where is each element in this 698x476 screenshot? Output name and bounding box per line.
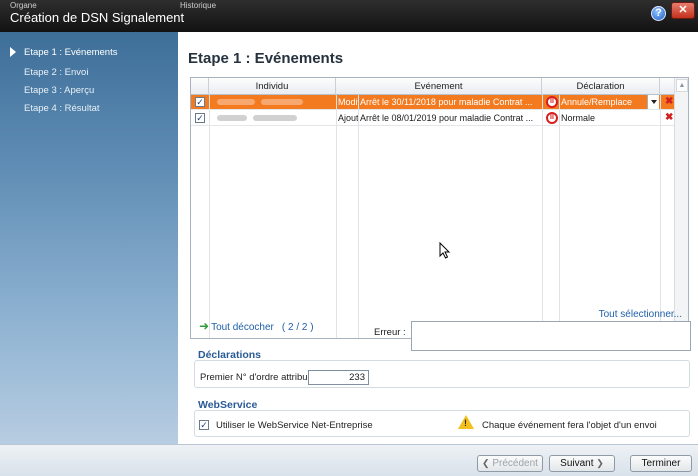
help-icon[interactable]: ? <box>651 6 666 21</box>
step-4-result: Etape 4 : Résultat <box>24 103 100 114</box>
order-number-label: Premier N° d'ordre attribué : <box>200 372 319 383</box>
chevron-left-icon: ❮ <box>482 458 490 468</box>
next-button-label: Suivant <box>560 458 594 469</box>
step-2-send: Etape 2 : Envoi <box>24 67 89 78</box>
window-title: Création de DSN Signalement <box>10 10 185 25</box>
redacted-name <box>217 99 255 105</box>
column-header-check <box>191 78 209 95</box>
selection-count: ( 2 / 2 ) <box>281 322 314 333</box>
chevron-right-icon: ❯ <box>596 458 604 468</box>
finish-button[interactable]: Terminer <box>630 455 692 472</box>
event-description: Arrêt le 30/11/2018 pour maladie Contrat… <box>360 97 533 107</box>
previous-button[interactable]: ❮ Précédent <box>477 455 543 472</box>
step-3-preview: Etape 3 : Aperçu <box>24 85 95 96</box>
event-type: Ajout <box>338 113 358 123</box>
footer-bar: ❮ Précédent Suivant ❯ Terminer <box>0 444 698 476</box>
events-table: Individu Evénement Déclaration ✓ Modif A… <box>190 77 689 339</box>
delete-row-icon[interactable]: ✖ <box>665 112 673 123</box>
error-field[interactable] <box>411 321 691 351</box>
column-divider <box>559 95 560 338</box>
uncheck-all-link[interactable]: ➜ Tout décocher ( 2 / 2 ) <box>199 319 314 333</box>
column-header-declaration[interactable]: Déclaration <box>542 78 660 95</box>
main-panel: Etape 1 : Evénements Individu Evénement … <box>178 32 698 444</box>
page-title: Etape 1 : Evénements <box>188 50 344 67</box>
webservice-label[interactable]: Utiliser le WebService Net-Entreprise <box>216 420 373 431</box>
previous-button-label: Précédent <box>492 458 538 469</box>
redacted-name <box>217 115 247 121</box>
column-divider <box>660 95 661 338</box>
row-checkbox[interactable]: ✓ <box>195 97 205 107</box>
column-divider <box>542 95 543 338</box>
column-divider <box>336 95 337 338</box>
redacted-name <box>253 115 297 121</box>
table-row[interactable]: ✓ Ajout Arrêt le 08/01/2019 pour maladie… <box>191 111 675 126</box>
background-window-label: Organe <box>10 1 37 10</box>
event-type: Modif <box>338 97 358 107</box>
green-arrow-icon: ➜ <box>199 319 210 333</box>
select-all-link[interactable]: Tout sélectionner... <box>599 309 682 320</box>
delete-row-icon[interactable]: ✖ <box>665 96 673 107</box>
background-window-tab: Historique <box>180 1 217 10</box>
column-header-individu[interactable]: Individu <box>209 78 336 95</box>
step-1-events: Etape 1 : Evénements <box>24 47 118 58</box>
declaration-type[interactable]: Annule/Remplace <box>561 95 645 109</box>
warning-text: Chaque événement fera l'objet d'un envoi <box>482 420 657 431</box>
table-header: Individu Evénement Déclaration <box>191 78 675 95</box>
column-divider <box>358 95 359 338</box>
event-description: Arrêt le 08/01/2019 pour maladie Contrat… <box>360 113 534 123</box>
scroll-up-icon[interactable]: ▲ <box>676 79 688 92</box>
webservice-checkbox[interactable]: ✓ <box>199 420 209 430</box>
uncheck-all-label[interactable]: Tout décocher <box>211 322 274 333</box>
close-button[interactable]: ✕ <box>671 2 695 19</box>
order-number-input[interactable]: 233 <box>308 370 369 385</box>
current-step-arrow-icon <box>10 47 16 57</box>
column-header-evenement[interactable]: Evénement <box>336 78 542 95</box>
declaration-status-icon: II <box>546 96 558 108</box>
error-label: Erreur : <box>374 327 406 338</box>
row-checkbox[interactable]: ✓ <box>195 113 205 123</box>
table-row[interactable]: ✓ Modif Arrêt le 30/11/2018 pour maladie… <box>191 95 675 110</box>
column-divider <box>209 95 210 338</box>
mouse-cursor-icon <box>439 242 451 259</box>
declaration-status-icon: II <box>546 112 558 124</box>
redacted-name <box>261 99 303 105</box>
table-scrollbar[interactable]: ▲ ▼ <box>674 78 688 338</box>
chevron-down-icon[interactable] <box>647 95 659 109</box>
title-bar: Organe Historique Création de DSN Signal… <box>0 0 698 32</box>
warning-icon: ! <box>458 415 474 429</box>
wizard-steps-sidebar: Etape 1 : Evénements Etape 2 : Envoi Eta… <box>0 32 178 444</box>
next-button[interactable]: Suivant ❯ <box>549 455 615 472</box>
declaration-type[interactable]: Normale <box>561 111 645 125</box>
